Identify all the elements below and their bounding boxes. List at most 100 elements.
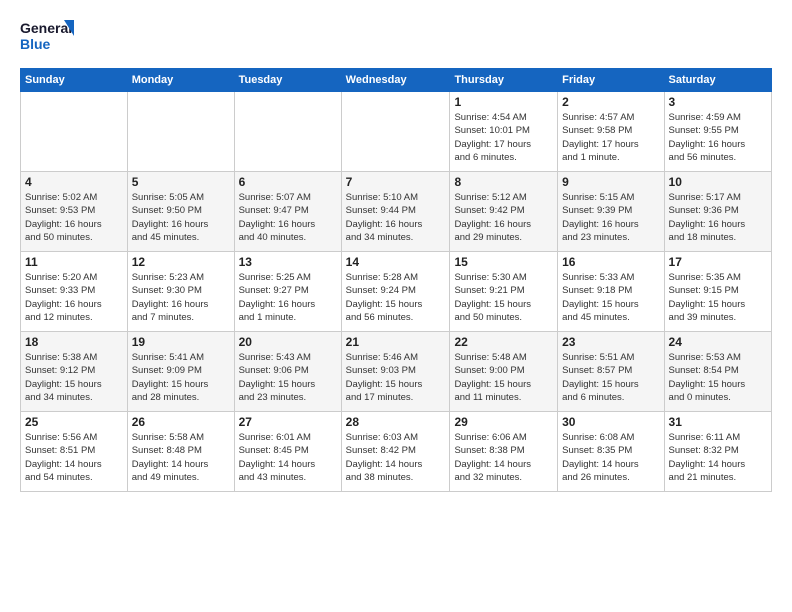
day-info: Sunrise: 5:17 AM Sunset: 9:36 PM Dayligh… — [669, 191, 767, 244]
calendar-cell: 25 Sunrise: 5:56 AM Sunset: 8:51 PM Dayli… — [21, 412, 128, 492]
calendar-cell: 2 Sunrise: 4:57 AM Sunset: 9:58 PM Daylig… — [558, 92, 664, 172]
day-info: Sunrise: 5:58 AM Sunset: 8:48 PM Dayligh… — [132, 431, 230, 484]
weekday-header: Thursday — [450, 69, 558, 92]
header: GeneralBlue — [20, 16, 772, 58]
calendar-cell: 15 Sunrise: 5:30 AM Sunset: 9:21 PM Dayli… — [450, 252, 558, 332]
weekday-header: Sunday — [21, 69, 128, 92]
day-number: 27 — [239, 415, 337, 429]
day-info: Sunrise: 5:28 AM Sunset: 9:24 PM Dayligh… — [346, 271, 446, 324]
calendar-cell: 10 Sunrise: 5:17 AM Sunset: 9:36 PM Dayli… — [664, 172, 771, 252]
calendar-cell: 4Sunrise: 5:02 AM Sunset: 9:53 PM Daylig… — [21, 172, 128, 252]
logo-svg: GeneralBlue — [20, 16, 75, 58]
calendar-cell: 5Sunrise: 5:05 AM Sunset: 9:50 PM Daylig… — [127, 172, 234, 252]
day-number: 3 — [669, 95, 767, 109]
calendar-cell: 27 Sunrise: 6:01 AM Sunset: 8:45 PM Dayli… — [234, 412, 341, 492]
day-number: 26 — [132, 415, 230, 429]
svg-text:General: General — [20, 20, 72, 36]
day-info: Sunrise: 5:20 AM Sunset: 9:33 PM Dayligh… — [25, 271, 123, 324]
day-number: 8 — [454, 175, 553, 189]
day-info: Sunrise: 5:43 AM Sunset: 9:06 PM Dayligh… — [239, 351, 337, 404]
calendar-cell — [341, 92, 450, 172]
day-info: Sunrise: 5:07 AM Sunset: 9:47 PM Dayligh… — [239, 191, 337, 244]
calendar-cell: 9 Sunrise: 5:15 AM Sunset: 9:39 PM Daylig… — [558, 172, 664, 252]
day-info: Sunrise: 5:23 AM Sunset: 9:30 PM Dayligh… — [132, 271, 230, 324]
day-info: Sunrise: 6:11 AM Sunset: 8:32 PM Dayligh… — [669, 431, 767, 484]
day-info: Sunrise: 5:25 AM Sunset: 9:27 PM Dayligh… — [239, 271, 337, 324]
logo: GeneralBlue — [20, 16, 75, 58]
calendar-cell: 7 Sunrise: 5:10 AM Sunset: 9:44 PM Daylig… — [341, 172, 450, 252]
day-number: 2 — [562, 95, 659, 109]
day-info: Sunrise: 4:54 AM Sunset: 10:01 PM Daylig… — [454, 111, 553, 164]
calendar-cell: 24Sunrise: 5:53 AM Sunset: 8:54 PM Dayli… — [664, 332, 771, 412]
day-number: 25 — [25, 415, 123, 429]
calendar-cell — [127, 92, 234, 172]
day-info: Sunrise: 5:02 AM Sunset: 9:53 PM Dayligh… — [25, 191, 123, 244]
day-number: 11 — [25, 255, 123, 269]
day-info: Sunrise: 6:01 AM Sunset: 8:45 PM Dayligh… — [239, 431, 337, 484]
day-number: 9 — [562, 175, 659, 189]
page: GeneralBlue SundayMondayTuesdayWednesday… — [0, 0, 792, 502]
day-number: 6 — [239, 175, 337, 189]
calendar-cell: 23 Sunrise: 5:51 AM Sunset: 8:57 PM Dayli… — [558, 332, 664, 412]
weekday-header: Saturday — [664, 69, 771, 92]
calendar-week-row: 25 Sunrise: 5:56 AM Sunset: 8:51 PM Dayli… — [21, 412, 772, 492]
day-number: 1 — [454, 95, 553, 109]
calendar-week-row: 4Sunrise: 5:02 AM Sunset: 9:53 PM Daylig… — [21, 172, 772, 252]
day-info: Sunrise: 5:38 AM Sunset: 9:12 PM Dayligh… — [25, 351, 123, 404]
calendar-cell: 13 Sunrise: 5:25 AM Sunset: 9:27 PM Dayli… — [234, 252, 341, 332]
calendar-cell — [234, 92, 341, 172]
day-info: Sunrise: 4:59 AM Sunset: 9:55 PM Dayligh… — [669, 111, 767, 164]
calendar-cell: 14 Sunrise: 5:28 AM Sunset: 9:24 PM Dayli… — [341, 252, 450, 332]
day-number: 21 — [346, 335, 446, 349]
day-info: Sunrise: 5:33 AM Sunset: 9:18 PM Dayligh… — [562, 271, 659, 324]
calendar-week-row: 11 Sunrise: 5:20 AM Sunset: 9:33 PM Dayli… — [21, 252, 772, 332]
calendar-cell: 11 Sunrise: 5:20 AM Sunset: 9:33 PM Dayli… — [21, 252, 128, 332]
day-number: 19 — [132, 335, 230, 349]
day-info: Sunrise: 6:06 AM Sunset: 8:38 PM Dayligh… — [454, 431, 553, 484]
calendar-cell: 8Sunrise: 5:12 AM Sunset: 9:42 PM Daylig… — [450, 172, 558, 252]
calendar-cell: 12 Sunrise: 5:23 AM Sunset: 9:30 PM Dayli… — [127, 252, 234, 332]
calendar-cell: 19 Sunrise: 5:41 AM Sunset: 9:09 PM Dayli… — [127, 332, 234, 412]
calendar-cell: 18 Sunrise: 5:38 AM Sunset: 9:12 PM Dayli… — [21, 332, 128, 412]
day-number: 13 — [239, 255, 337, 269]
day-info: Sunrise: 5:56 AM Sunset: 8:51 PM Dayligh… — [25, 431, 123, 484]
calendar-cell: 17Sunrise: 5:35 AM Sunset: 9:15 PM Dayli… — [664, 252, 771, 332]
day-info: Sunrise: 5:10 AM Sunset: 9:44 PM Dayligh… — [346, 191, 446, 244]
calendar-cell: 3 Sunrise: 4:59 AM Sunset: 9:55 PM Daylig… — [664, 92, 771, 172]
day-info: Sunrise: 5:35 AM Sunset: 9:15 PM Dayligh… — [669, 271, 767, 324]
day-number: 16 — [562, 255, 659, 269]
day-number: 29 — [454, 415, 553, 429]
calendar-cell: 21 Sunrise: 5:46 AM Sunset: 9:03 PM Dayli… — [341, 332, 450, 412]
day-info: Sunrise: 5:30 AM Sunset: 9:21 PM Dayligh… — [454, 271, 553, 324]
calendar-cell: 30Sunrise: 6:08 AM Sunset: 8:35 PM Dayli… — [558, 412, 664, 492]
day-info: Sunrise: 5:41 AM Sunset: 9:09 PM Dayligh… — [132, 351, 230, 404]
day-number: 18 — [25, 335, 123, 349]
day-info: Sunrise: 4:57 AM Sunset: 9:58 PM Dayligh… — [562, 111, 659, 164]
day-info: Sunrise: 5:15 AM Sunset: 9:39 PM Dayligh… — [562, 191, 659, 244]
day-number: 15 — [454, 255, 553, 269]
day-number: 14 — [346, 255, 446, 269]
day-info: Sunrise: 5:05 AM Sunset: 9:50 PM Dayligh… — [132, 191, 230, 244]
day-number: 23 — [562, 335, 659, 349]
day-info: Sunrise: 5:46 AM Sunset: 9:03 PM Dayligh… — [346, 351, 446, 404]
day-number: 7 — [346, 175, 446, 189]
day-number: 10 — [669, 175, 767, 189]
day-number: 31 — [669, 415, 767, 429]
weekday-header: Wednesday — [341, 69, 450, 92]
weekday-header: Monday — [127, 69, 234, 92]
calendar-cell: 6 Sunrise: 5:07 AM Sunset: 9:47 PM Daylig… — [234, 172, 341, 252]
day-info: Sunrise: 5:51 AM Sunset: 8:57 PM Dayligh… — [562, 351, 659, 404]
calendar-table: SundayMondayTuesdayWednesdayThursdayFrid… — [20, 68, 772, 492]
calendar-week-row: 18 Sunrise: 5:38 AM Sunset: 9:12 PM Dayli… — [21, 332, 772, 412]
calendar-cell: 16 Sunrise: 5:33 AM Sunset: 9:18 PM Dayli… — [558, 252, 664, 332]
day-info: Sunrise: 6:03 AM Sunset: 8:42 PM Dayligh… — [346, 431, 446, 484]
svg-text:Blue: Blue — [20, 36, 51, 52]
day-number: 20 — [239, 335, 337, 349]
calendar-cell: 28 Sunrise: 6:03 AM Sunset: 8:42 PM Dayli… — [341, 412, 450, 492]
weekday-header: Tuesday — [234, 69, 341, 92]
day-number: 22 — [454, 335, 553, 349]
calendar-cell: 22Sunrise: 5:48 AM Sunset: 9:00 PM Dayli… — [450, 332, 558, 412]
calendar-cell: 1 Sunrise: 4:54 AM Sunset: 10:01 PM Dayli… — [450, 92, 558, 172]
day-number: 28 — [346, 415, 446, 429]
day-number: 12 — [132, 255, 230, 269]
